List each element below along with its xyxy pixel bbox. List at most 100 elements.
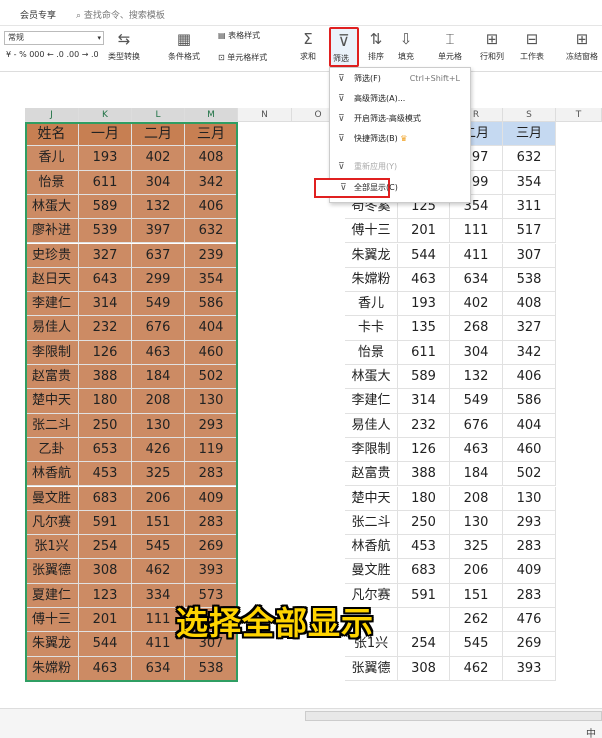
right-table-cell[interactable]: 232 [398, 413, 450, 438]
left-table-cell[interactable]: 632 [185, 219, 238, 244]
right-table-cell[interactable]: 476 [503, 608, 556, 633]
right-table-cell[interactable]: 404 [503, 413, 556, 438]
left-table-cell[interactable]: 254 [79, 535, 132, 560]
menu-item-advanced-mode[interactable]: ⊽ 开启筛选-高级模式 [330, 110, 470, 128]
left-table-cell[interactable]: 132 [132, 194, 185, 220]
right-table-cell[interactable]: 曼文胜 [345, 559, 398, 584]
left-table-cell[interactable]: 126 [79, 340, 132, 365]
left-table-cell[interactable]: 393 [185, 559, 238, 584]
right-table-cell[interactable]: 460 [503, 437, 556, 463]
right-table-cell[interactable]: 293 [503, 510, 556, 536]
left-table-cell[interactable]: 293 [185, 413, 238, 438]
left-table-cell[interactable]: 538 [185, 656, 238, 681]
right-table-cell[interactable]: 李建仁 [345, 389, 398, 414]
left-table-cell[interactable]: 151 [132, 510, 185, 536]
left-table-cell[interactable]: 586 [185, 292, 238, 317]
right-table-cell[interactable]: 184 [450, 462, 503, 487]
left-table-cell[interactable]: 634 [132, 656, 185, 681]
left-table-cell[interactable]: 404 [185, 316, 238, 341]
sum-button[interactable]: Σ 求和 [300, 30, 316, 62]
horizontal-scrollbar[interactable] [305, 711, 602, 721]
right-table-cell[interactable]: 张二斗 [345, 510, 398, 536]
filter-button[interactable]: ⊽ 筛选 [329, 27, 359, 67]
left-table-cell[interactable]: 314 [79, 292, 132, 317]
left-table-cell[interactable]: 239 [185, 243, 238, 268]
right-table-cell[interactable]: 135 [398, 316, 450, 341]
right-table-cell[interactable]: 327 [503, 316, 556, 341]
left-table-cell[interactable]: 赵富贵 [25, 365, 79, 390]
left-table-cell[interactable]: 460 [185, 340, 238, 365]
worksheet-button[interactable]: ⊟ 工作表 [520, 30, 544, 62]
left-table-cell[interactable]: 589 [79, 194, 132, 220]
left-table-cell[interactable]: 201 [79, 608, 132, 633]
right-table-cell[interactable]: 262 [450, 608, 503, 633]
right-table-cell[interactable]: 304 [450, 340, 503, 365]
left-table-cell[interactable]: 388 [79, 365, 132, 390]
left-table-cell[interactable]: 凡尔赛 [25, 510, 79, 536]
menu-item-advanced-filter[interactable]: ⊽ 高级筛选(A)... [330, 90, 470, 108]
right-table-cell[interactable]: 李限制 [345, 437, 398, 463]
left-table-header-cell[interactable]: 姓名 [25, 122, 79, 147]
left-table-cell[interactable]: 304 [132, 170, 185, 195]
left-table-cell[interactable]: 208 [132, 389, 185, 414]
right-table-cell[interactable]: 611 [398, 340, 450, 365]
left-table-cell[interactable]: 123 [79, 583, 132, 608]
left-table-cell[interactable]: 206 [132, 486, 185, 511]
right-table-cell[interactable]: 201 [398, 219, 450, 244]
left-table-cell[interactable]: 张1兴 [25, 535, 79, 560]
right-table-cell[interactable]: 502 [503, 462, 556, 487]
left-table-cell[interactable]: 643 [79, 267, 132, 293]
right-table-cell[interactable]: 406 [503, 365, 556, 390]
cell-style-button[interactable]: ⊡ 单元格样式 [218, 52, 267, 63]
right-table-cell[interactable]: 206 [450, 559, 503, 584]
left-table-cell[interactable]: 269 [185, 535, 238, 560]
right-table-cell[interactable]: 香儿 [345, 292, 398, 317]
right-table-cell[interactable]: 409 [503, 559, 556, 584]
right-table-cell[interactable]: 388 [398, 462, 450, 487]
left-table-cell[interactable]: 李建仁 [25, 292, 79, 317]
right-table-cell[interactable]: 393 [503, 656, 556, 681]
right-table-cell[interactable]: 314 [398, 389, 450, 414]
right-table-cell[interactable]: 311 [503, 194, 556, 220]
right-table-cell[interactable]: 楚中天 [345, 486, 398, 511]
left-table-cell[interactable]: 462 [132, 559, 185, 584]
right-table-cell[interactable]: 589 [398, 365, 450, 390]
number-format-symbols[interactable]: ¥ - % 000 ← .0 .00 → .0 [6, 50, 99, 59]
left-table-cell[interactable]: 402 [132, 146, 185, 171]
right-table-cell[interactable]: 254 [398, 632, 450, 657]
right-table-cell[interactable]: 462 [450, 656, 503, 681]
left-table-cell[interactable]: 130 [185, 389, 238, 414]
left-table-cell[interactable]: 张翼德 [25, 559, 79, 584]
right-table-cell[interactable]: 676 [450, 413, 503, 438]
right-table-cell[interactable]: 132 [450, 365, 503, 390]
left-table-cell[interactable]: 曼文胜 [25, 486, 79, 511]
column-header[interactable]: T [556, 108, 602, 122]
right-table-cell[interactable]: 283 [503, 583, 556, 608]
right-table-cell[interactable]: 朱嫦粉 [345, 267, 398, 293]
table-style-button[interactable]: ▤ 表格样式 [218, 30, 260, 41]
left-table-cell[interactable]: 朱翼龙 [25, 632, 79, 657]
left-table-cell[interactable]: 325 [132, 462, 185, 487]
right-table-cell[interactable]: 林蛋大 [345, 365, 398, 390]
right-table-cell[interactable]: 130 [503, 486, 556, 511]
left-table-cell[interactable]: 283 [185, 510, 238, 536]
right-table-cell[interactable]: 402 [450, 292, 503, 317]
left-table-cell[interactable]: 463 [132, 340, 185, 365]
right-table-cell[interactable]: 268 [450, 316, 503, 341]
left-table-cell[interactable]: 232 [79, 316, 132, 341]
left-table-cell[interactable]: 426 [132, 437, 185, 463]
right-table-cell[interactable]: 卡卡 [345, 316, 398, 341]
right-table-cell[interactable]: 549 [450, 389, 503, 414]
fill-button[interactable]: ⇩ 填充 [398, 30, 414, 62]
right-table-cell[interactable]: 126 [398, 437, 450, 463]
right-table-cell[interactable]: 632 [503, 146, 556, 171]
left-table-cell[interactable]: 653 [79, 437, 132, 463]
left-table-cell[interactable]: 406 [185, 194, 238, 220]
right-table-cell[interactable]: 250 [398, 510, 450, 536]
column-header[interactable]: N [238, 108, 292, 122]
cell-button[interactable]: ⌶ 单元格 [438, 30, 462, 62]
left-table-cell[interactable]: 545 [132, 535, 185, 560]
right-table-header-cell[interactable]: 三月 [503, 122, 556, 147]
right-table-cell[interactable]: 269 [503, 632, 556, 657]
left-table-cell[interactable]: 林蛋大 [25, 194, 79, 220]
